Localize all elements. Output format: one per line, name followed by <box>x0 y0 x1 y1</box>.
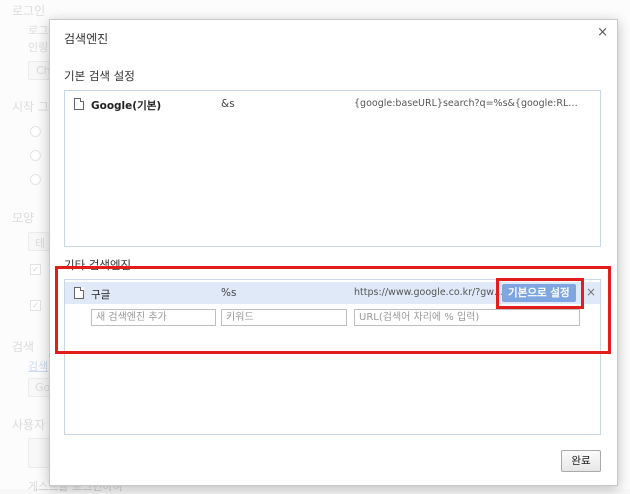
highlight-default-button-box <box>496 278 584 309</box>
close-icon[interactable]: × <box>597 25 608 40</box>
engine-url: {google:baseURL}search?q=%s&{google:RLZ}… <box>354 98 584 109</box>
done-button[interactable]: 완료 <box>561 450 601 472</box>
default-search-section-label: 기본 검색 설정 <box>64 69 135 83</box>
engine-name: Google(기본) <box>91 100 162 112</box>
default-engine-row[interactable]: Google(기본) &s {google:baseURL}search?q=%… <box>65 93 600 115</box>
default-engines-list: Google(기본) &s {google:baseURL}search?q=%… <box>64 90 601 247</box>
search-engines-dialog: 검색엔진 × 기본 검색 설정 Google(기본) &s {google:ba… <box>49 19 618 486</box>
engine-keyword: &s <box>221 98 235 110</box>
dialog-title: 검색엔진 <box>64 32 109 46</box>
page-icon <box>74 98 84 110</box>
